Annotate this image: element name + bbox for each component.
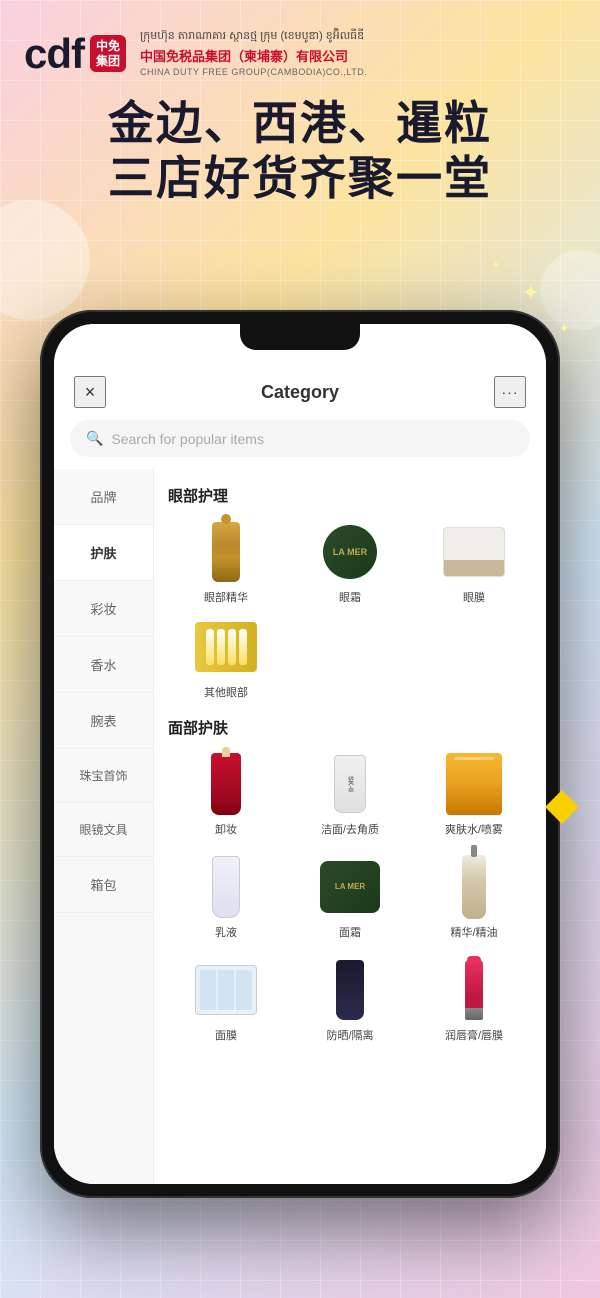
phone-frame: × Category ··· 🔍 Search for popular item… bbox=[40, 310, 560, 1198]
search-placeholder-text: Search for popular items bbox=[111, 431, 264, 447]
lotion-shape bbox=[212, 856, 240, 918]
essence-shape bbox=[462, 855, 486, 919]
product-toner[interactable]: 爽肤水/喷雾 bbox=[416, 750, 532, 837]
face-care-section-header: 面部护肤 bbox=[168, 717, 532, 738]
cdf-badge: 中免 集团 bbox=[90, 35, 126, 72]
eye-cream-shape: LA MER bbox=[323, 525, 377, 579]
sidebar-item-perfume[interactable]: 香水 bbox=[54, 637, 153, 693]
other-eye-img bbox=[192, 613, 260, 681]
sidebar-item-bags[interactable]: 箱包 bbox=[54, 857, 153, 913]
sidebar-item-skincare[interactable]: 护肤 bbox=[54, 525, 153, 581]
face-wash-img: SK-II bbox=[316, 750, 384, 818]
star-deco-2: ✦ bbox=[558, 320, 570, 337]
product-face-cream[interactable]: LA MER 面霜 bbox=[292, 853, 408, 940]
eye-serum-img bbox=[192, 518, 260, 586]
cleanse-shape bbox=[211, 753, 241, 815]
eye-cream-label: 眼霜 bbox=[339, 591, 361, 605]
product-essence[interactable]: 精华/精油 bbox=[416, 853, 532, 940]
face-care-grid-1: 卸妆 SK-II 洁面/去角质 bbox=[168, 750, 532, 837]
product-cleanse[interactable]: 卸妆 bbox=[168, 750, 284, 837]
header-area: cdf 中免 集团 ក្រុមហ៊ុន តារាណាគារ ស្ថានថ្ម ក… bbox=[0, 0, 600, 240]
face-mask-shape bbox=[195, 965, 257, 1015]
sunscreen-shape bbox=[336, 960, 364, 1020]
lotion-label: 乳液 bbox=[215, 926, 237, 940]
eye-serum-label: 眼部精华 bbox=[204, 591, 248, 605]
app-header-title: Category bbox=[261, 382, 339, 403]
sunscreen-img bbox=[316, 956, 384, 1024]
other-eye-label: 其他眼部 bbox=[204, 686, 248, 700]
toner-label: 爽肤水/喷雾 bbox=[445, 823, 503, 837]
phone-screen: × Category ··· 🔍 Search for popular item… bbox=[54, 324, 546, 1184]
essence-label: 精华/精油 bbox=[450, 926, 497, 940]
star-deco-1: ✦ bbox=[522, 280, 540, 306]
product-eye-cream[interactable]: LA MER 眼霜 bbox=[292, 518, 408, 605]
hero-text: 金边、西港、暹粒 三店好货齐聚一堂 bbox=[24, 96, 576, 206]
brand-subtitle: ក្រុមហ៊ុន តារាណាគារ ស្ថានថ្ម ក្រុម (ខេមប… bbox=[140, 28, 367, 80]
eye-cream-img: LA MER bbox=[316, 518, 384, 586]
lotion-img bbox=[192, 853, 260, 921]
face-care-grid-3: 面膜 防晒/隔离 bbox=[168, 956, 532, 1043]
face-care-grid-2: 乳液 LA MER 面霜 bbox=[168, 853, 532, 940]
face-mask-img bbox=[192, 956, 260, 1024]
product-other-eye[interactable]: 其他眼部 bbox=[168, 613, 284, 700]
cdf-logo: cdf 中免 集团 bbox=[24, 33, 126, 75]
face-mask-label: 面膜 bbox=[215, 1029, 237, 1043]
lip-shape bbox=[465, 960, 483, 1020]
star-deco-3: ✦ bbox=[492, 260, 500, 271]
sidebar-item-jewelry[interactable]: 珠宝首饰 bbox=[54, 749, 153, 803]
phone-notch bbox=[240, 324, 360, 350]
eye-serum-shape bbox=[212, 522, 240, 582]
brand-row: cdf 中免 集团 ក្រុមហ៊ុន តារាណាគារ ស្ថានថ្ម ក… bbox=[24, 28, 576, 80]
english-sub: CHINA DUTY FREE GROUP(CAMBODIA)CO.,LTD. bbox=[140, 66, 367, 80]
essence-img bbox=[440, 853, 508, 921]
sunscreen-label: 防晒/隔离 bbox=[326, 1029, 373, 1043]
product-eye-serum[interactable]: 眼部精华 bbox=[168, 518, 284, 605]
sidebar-item-makeup[interactable]: 彩妆 bbox=[54, 581, 153, 637]
toner-img bbox=[440, 750, 508, 818]
eye-mask-shape bbox=[443, 527, 505, 577]
toner-shape bbox=[446, 753, 502, 815]
face-cream-shape: LA MER bbox=[320, 861, 380, 913]
face-wash-shape: SK-II bbox=[334, 755, 366, 813]
eye-mask-img bbox=[440, 518, 508, 586]
face-wash-label: 洁面/去角质 bbox=[321, 823, 379, 837]
product-sunscreen[interactable]: 防晒/隔离 bbox=[292, 956, 408, 1043]
hero-line-1: 金边、西港、暹粒 bbox=[24, 96, 576, 151]
face-cream-img: LA MER bbox=[316, 853, 384, 921]
chinese-full: 中国免税品集团（柬埔寨）有限公司 bbox=[140, 47, 367, 67]
lip-img bbox=[440, 956, 508, 1024]
main-content: 眼部护理 眼部精华 LA MER bbox=[154, 469, 546, 1184]
sidebar-item-watch[interactable]: 腕表 bbox=[54, 693, 153, 749]
sidebar-item-brand[interactable]: 品牌 bbox=[54, 469, 153, 525]
cleanse-img bbox=[192, 750, 260, 818]
eye-care-grid: 眼部精华 LA MER 眼霜 bbox=[168, 518, 532, 701]
face-cream-label: 面霜 bbox=[339, 926, 361, 940]
product-face-mask[interactable]: 面膜 bbox=[168, 956, 284, 1043]
eye-mask-label: 眼膜 bbox=[463, 591, 485, 605]
search-icon: 🔍 bbox=[86, 430, 103, 447]
khmer-text: ក្រុមហ៊ុន តារាណាគារ ស្ថានថ្ម ក្រុម (ខេមប… bbox=[140, 28, 367, 45]
hero-line-2: 三店好货齐聚一堂 bbox=[24, 151, 576, 206]
cdf-text: cdf bbox=[24, 33, 84, 75]
search-bar[interactable]: 🔍 Search for popular items bbox=[70, 420, 530, 457]
more-button[interactable]: ··· bbox=[494, 376, 526, 408]
lip-label: 润唇膏/唇膜 bbox=[445, 1029, 503, 1043]
phone-container: × Category ··· 🔍 Search for popular item… bbox=[40, 310, 560, 1198]
sidebar: 品牌 护肤 彩妆 香水 腕表 珠宝首饰 眼镜文具 箱包 bbox=[54, 469, 154, 1184]
other-eye-shape bbox=[195, 622, 257, 672]
sidebar-item-glasses[interactable]: 眼镜文具 bbox=[54, 803, 153, 857]
eye-care-section-header: 眼部护理 bbox=[168, 485, 532, 506]
product-lotion[interactable]: 乳液 bbox=[168, 853, 284, 940]
cleanse-label: 卸妆 bbox=[215, 823, 237, 837]
product-lip[interactable]: 润唇膏/唇膜 bbox=[416, 956, 532, 1043]
product-eye-mask[interactable]: 眼膜 bbox=[416, 518, 532, 605]
close-button[interactable]: × bbox=[74, 376, 106, 408]
content-body: 品牌 护肤 彩妆 香水 腕表 珠宝首饰 眼镜文具 箱包 眼部护理 bbox=[54, 469, 546, 1184]
product-face-wash[interactable]: SK-II 洁面/去角质 bbox=[292, 750, 408, 837]
